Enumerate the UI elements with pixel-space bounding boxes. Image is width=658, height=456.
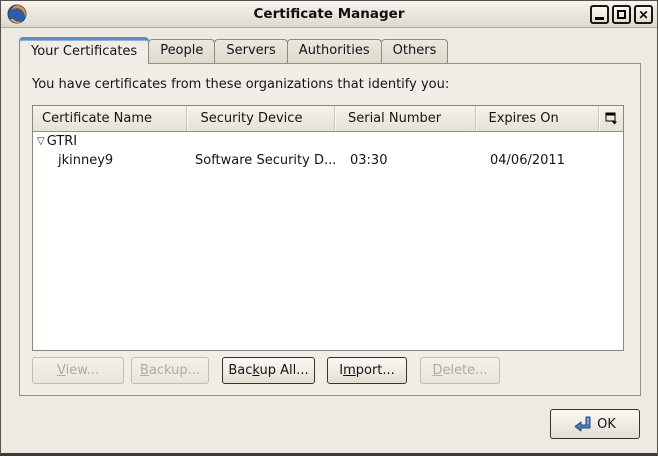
tab-people[interactable]: People — [148, 39, 215, 63]
column-header-serial-number[interactable]: Serial Number — [334, 106, 475, 131]
table-header: Certificate Name Security Device Serial … — [33, 106, 623, 132]
column-header-expires-on[interactable]: Expires On — [475, 106, 599, 131]
import-button[interactable]: Import... — [327, 357, 407, 384]
table-body: ▽ GTRI jkinney9 Software Security D... 0… — [33, 132, 623, 170]
cert-name-cell: jkinney9 — [33, 153, 187, 168]
certificate-manager-window: Certificate Manager ✕ Your Certificates … — [0, 0, 658, 456]
security-device-cell: Software Security D... — [187, 153, 335, 168]
firefox-icon — [7, 4, 27, 24]
column-header-security-device[interactable]: Security Device — [186, 106, 334, 131]
serial-number-cell: 03:30 — [335, 153, 476, 168]
tab-bar: Your Certificates People Servers Authori… — [19, 37, 447, 63]
table-row-group-gtri[interactable]: ▽ GTRI — [33, 132, 623, 151]
delete-button[interactable]: Delete... — [420, 357, 500, 384]
ok-label: OK — [597, 417, 616, 432]
tab-servers[interactable]: Servers — [214, 39, 287, 63]
your-certificates-panel: You have certificates from these organiz… — [19, 63, 641, 396]
table-row-certificate[interactable]: jkinney9 Software Security D... 03:30 04… — [33, 151, 623, 170]
tab-authorities[interactable]: Authorities — [287, 39, 382, 63]
tab-your-certificates[interactable]: Your Certificates — [19, 37, 149, 64]
ok-button[interactable]: OK — [550, 409, 640, 439]
column-picker-icon — [605, 112, 618, 125]
expander-open-icon[interactable]: ▽ — [37, 136, 45, 147]
minimize-icon — [595, 17, 604, 20]
close-button[interactable]: ✕ — [634, 5, 653, 24]
tab-others[interactable]: Others — [381, 39, 449, 63]
group-name: GTRI — [47, 134, 77, 149]
action-button-row: View... Backup... Backup All... Import..… — [32, 357, 500, 384]
maximize-icon — [617, 10, 626, 19]
panel-description: You have certificates from these organiz… — [32, 77, 449, 92]
column-header-certificate-name[interactable]: Certificate Name — [33, 106, 186, 131]
titlebar[interactable]: Certificate Manager ✕ — [1, 1, 657, 28]
minimize-button[interactable] — [590, 5, 609, 24]
close-icon: ✕ — [638, 9, 648, 21]
expires-on-cell: 04/06/2011 — [476, 153, 600, 168]
window-controls: ✕ — [590, 5, 653, 24]
window-title: Certificate Manager — [1, 6, 657, 22]
view-button[interactable]: View... — [32, 357, 124, 384]
enter-arrow-icon — [574, 416, 592, 432]
maximize-button[interactable] — [612, 5, 631, 24]
column-picker-button[interactable] — [598, 106, 623, 131]
backup-all-button[interactable]: Backup All... — [222, 357, 315, 384]
certificate-table: Certificate Name Security Device Serial … — [32, 105, 624, 351]
backup-button[interactable]: Backup... — [131, 357, 209, 384]
